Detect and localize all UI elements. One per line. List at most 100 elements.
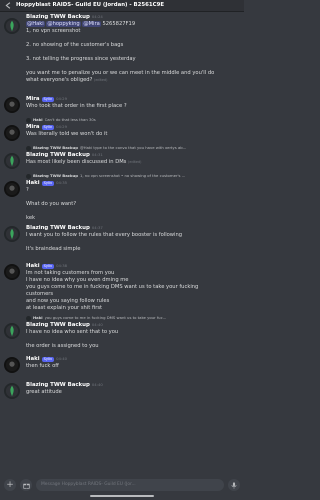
message-time: 04:40: [56, 356, 68, 362]
message-time: 04:40: [91, 382, 103, 388]
message-line: customers: [26, 291, 54, 297]
message-time: 04:29: [56, 124, 68, 130]
avatar[interactable]: [4, 264, 20, 280]
message-line: [26, 336, 240, 343]
reply-author: Haki: [33, 117, 43, 122]
message-time: 04:29: [56, 96, 68, 102]
message-line: what everyone's obliged? (edited): [26, 77, 240, 84]
back-arrow-icon[interactable]: [4, 2, 12, 10]
reply-preview[interactable]: Haki Can't do that less than 30s: [26, 117, 240, 123]
message-line: I want you to follow the rules that ever…: [26, 232, 183, 238]
message-time: 04:35: [56, 180, 68, 186]
mention[interactable]: @Haki: [26, 21, 45, 27]
message-author[interactable]: Haki: [26, 356, 40, 363]
channel-header: Hoppyblast RAIDS- Guild EU (Jordan) - B2…: [0, 0, 244, 12]
message-line: Was literally told we won't do it: [26, 131, 108, 137]
reply-text: @Haki type to the convo that you have wi…: [79, 145, 187, 150]
message-line: [26, 239, 240, 246]
message-author[interactable]: Blazing TWW Backup: [26, 322, 90, 329]
message-line: I have no idea who sent that to you: [26, 329, 119, 335]
message-line: you want me to penalize you or we can me…: [26, 70, 215, 76]
message-composer: + Message Hoppyblast RAIDS- Guild EU (Jo…: [0, 476, 244, 500]
avatar[interactable]: [4, 181, 20, 197]
home-indicator: [90, 495, 154, 497]
message-line: [26, 194, 240, 201]
reply-text: you guys come to me in fucking DMS want …: [44, 315, 167, 320]
add-attachment-button[interactable]: +: [4, 479, 16, 491]
message-author[interactable]: Blazing TWW Backup: [26, 382, 90, 389]
edited-tag: (edited): [128, 160, 142, 164]
message-line: 1, no vpn screenshot: [26, 28, 81, 34]
message-text: Has most likely been discussed in DMs: [26, 159, 127, 165]
message-line: [26, 35, 240, 42]
avatar[interactable]: [4, 153, 20, 169]
message-line: Who took that order in the first place ?: [26, 103, 127, 109]
role-badge: Syliv: [41, 181, 55, 186]
message-author[interactable]: Haki: [26, 180, 40, 187]
reply-author: Blazing TWW Backup: [33, 173, 78, 178]
avatar[interactable]: [4, 18, 20, 34]
message-text: 5265827F19: [100, 21, 136, 27]
message-line: 2. no showing of the customer's bags: [26, 42, 124, 48]
reply-preview[interactable]: Haki you guys come to me in fucking DMS …: [26, 315, 240, 321]
reply-avatar: [26, 173, 31, 179]
role-badge: Syliv: [41, 97, 55, 102]
message-line: the order is assigned to you: [26, 343, 99, 349]
avatar[interactable]: [4, 97, 20, 113]
message-line: Im not taking customers from you: [26, 270, 115, 276]
avatar[interactable]: [4, 357, 20, 373]
message-feed: Blazing TWW Backup 04:24 @Haki @hoppykin…: [0, 12, 244, 472]
message-time: 04:31: [91, 152, 103, 158]
mention[interactable]: @hoppyking: [46, 21, 81, 27]
avatar[interactable]: [4, 125, 20, 141]
message-line: [26, 208, 240, 215]
role-badge: Syliv: [41, 125, 55, 130]
avatar[interactable]: [4, 226, 20, 242]
gift-icon[interactable]: [20, 479, 32, 491]
message-line: and now you saying follow rules: [26, 298, 110, 304]
message-author[interactable]: Blazing TWW Backup: [26, 152, 90, 159]
role-badge: Syliv: [41, 264, 55, 269]
avatar[interactable]: [4, 323, 20, 339]
mention[interactable]: @Mira: [82, 21, 101, 27]
reply-preview[interactable]: Blazing TWW Backup 1, no vpn screenshot …: [26, 173, 240, 179]
microphone-icon[interactable]: [228, 479, 240, 491]
message-author[interactable]: Blazing TWW Backup: [26, 14, 90, 21]
reply-text: 1, no vpn screenshot • no showing of the…: [79, 173, 186, 178]
reply-author: Haki: [33, 315, 43, 320]
message-time: 04:40: [91, 322, 103, 328]
message-author[interactable]: Mira: [26, 96, 40, 103]
message-line: 3. not telling the progress since yester…: [26, 56, 136, 62]
message-line: @Haki @hoppyking @Mira 5265827F19: [26, 21, 240, 28]
message-text: what everyone's obliged?: [26, 77, 93, 83]
role-badge: Syliv: [41, 357, 55, 362]
avatar[interactable]: [4, 383, 20, 399]
message-time: 04:24: [91, 14, 103, 20]
message-line: What do you want?: [26, 201, 77, 207]
reply-text: Can't do that less than 30s: [44, 117, 96, 122]
message-line: at least explain your shit first: [26, 305, 103, 311]
reply-preview[interactable]: Blazing TWW Backup @Haki type to the con…: [26, 145, 240, 151]
message-line: It's braindead simple: [26, 246, 81, 252]
message-author[interactable]: Blazing TWW Backup: [26, 225, 90, 232]
message-line: [26, 63, 240, 70]
reply-avatar: [26, 145, 31, 151]
message-line: [26, 49, 240, 56]
channel-title[interactable]: Hoppyblast RAIDS- Guild EU (Jordan) - B2…: [16, 2, 164, 9]
message-author[interactable]: Haki: [26, 263, 40, 270]
message-line: kek: [26, 215, 36, 221]
edited-tag: (edited): [94, 78, 108, 82]
message-line: you guys come to me in fucking DMS want …: [26, 284, 199, 290]
message-line: ?: [26, 187, 29, 193]
reply-avatar: [26, 117, 31, 123]
message-time: 04:37: [91, 225, 103, 231]
message-line: Has most likely been discussed in DMs (e…: [26, 159, 240, 166]
message-input[interactable]: Message Hoppyblast RAIDS- Guild EU (Jor.…: [36, 479, 224, 491]
reply-author: Blazing TWW Backup: [33, 145, 78, 150]
message-time: 04:38: [56, 263, 68, 269]
reply-avatar: [26, 315, 31, 321]
message-line: great attitude: [26, 389, 62, 395]
message-author[interactable]: Mira: [26, 124, 40, 131]
message-line: I have no idea why you even dming me: [26, 277, 129, 283]
message-line: then fuck off: [26, 363, 59, 369]
